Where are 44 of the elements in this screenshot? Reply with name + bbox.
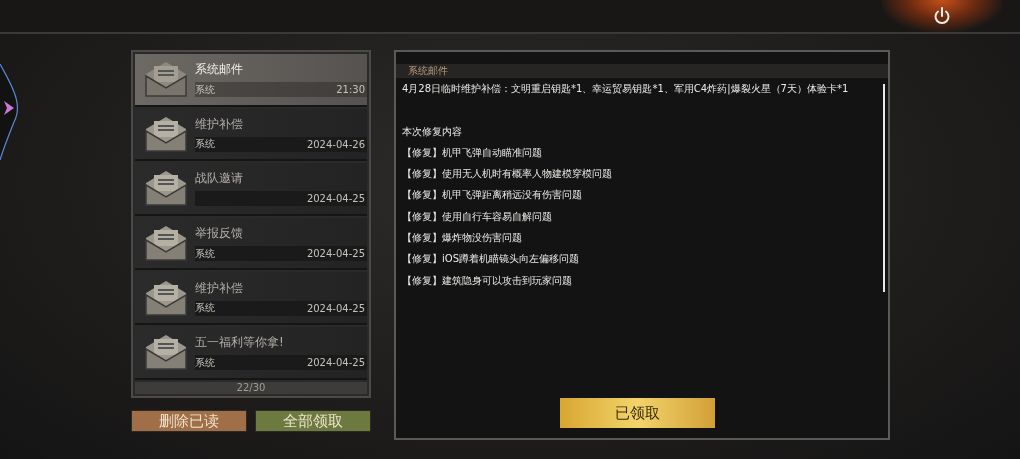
- mail-sender: 系统: [195, 246, 215, 261]
- mail-time: 2024-04-25: [306, 193, 365, 205]
- mail-title: 系统邮件: [195, 61, 244, 79]
- claim-all-button[interactable]: 全部领取: [255, 410, 371, 432]
- envelope-icon: [143, 224, 189, 263]
- fix-line: 【修复】使用无人机时有概率人物建模穿模问题: [402, 167, 613, 182]
- mail-title: 五一福利等你拿!: [195, 334, 285, 352]
- fix-line: 【修复】iOS蹲着机瞄镜头向左偏移问题: [402, 252, 580, 267]
- mail-count: 22/30: [236, 382, 266, 394]
- fix-line: 【修复】爆炸物没伤害问题: [402, 231, 523, 246]
- power-icon[interactable]: [933, 7, 951, 25]
- mail-item[interactable]: 举报反馈 系统 2024-04-25: [135, 217, 367, 271]
- fix-line: 【修复】机甲飞弹自动瞄准问题: [402, 145, 543, 160]
- message-line: 4月28日临时维护补偿：文明重启钥匙*1、幸运贸易钥匙*1、军用C4炸药|爆裂火星（7天）体验卡*1: [402, 82, 850, 97]
- fix-line: 【修复】使用自行车容易自解问题: [402, 209, 553, 224]
- mail-item[interactable]: 维护补偿 系统 2024-04-26: [135, 108, 367, 162]
- mail-sender: 系统: [195, 301, 215, 316]
- scrollbar[interactable]: [883, 84, 885, 292]
- mail-item[interactable]: 维护补偿 系统 2024-04-25: [135, 272, 367, 325]
- mail-item[interactable]: 五一福利等你拿! 系统 2024-04-25: [135, 326, 367, 380]
- mail-title: 维护补偿: [195, 279, 244, 297]
- fix-line: 【修复】建筑隐身可以攻击到玩家问题: [402, 273, 573, 288]
- mail-title: 举报反馈: [195, 225, 244, 243]
- message-header: 系统邮件: [408, 64, 448, 78]
- envelope-icon: [143, 60, 189, 99]
- mail-title: 维护补偿: [195, 115, 244, 133]
- mail-time: 2024-04-26: [306, 138, 365, 150]
- claimed-button[interactable]: 已领取: [559, 398, 715, 428]
- mail-time: 2024-04-25: [306, 248, 365, 260]
- mail-sender: 系统: [195, 82, 215, 97]
- mail-title: 战队邀请: [195, 170, 244, 188]
- envelope-icon: [143, 114, 189, 153]
- envelope-icon: [143, 278, 189, 317]
- mail-item[interactable]: 系统邮件 系统 21:30: [135, 54, 367, 107]
- section-title: 本次修复内容: [402, 124, 463, 139]
- mail-item[interactable]: 战队邀请 2024-04-25: [135, 163, 367, 216]
- mail-time: 2024-04-25: [306, 302, 365, 314]
- mail-sender: 系统: [195, 137, 215, 152]
- mail-time: 2024-04-25: [306, 357, 365, 369]
- envelope-icon: [143, 333, 189, 372]
- fix-line: 【修复】机甲飞弹距离稍远没有伤害问题: [402, 188, 583, 203]
- envelope-icon: [143, 169, 189, 208]
- mail-sender: 系统: [195, 355, 215, 370]
- mail-time: 21:30: [336, 84, 365, 96]
